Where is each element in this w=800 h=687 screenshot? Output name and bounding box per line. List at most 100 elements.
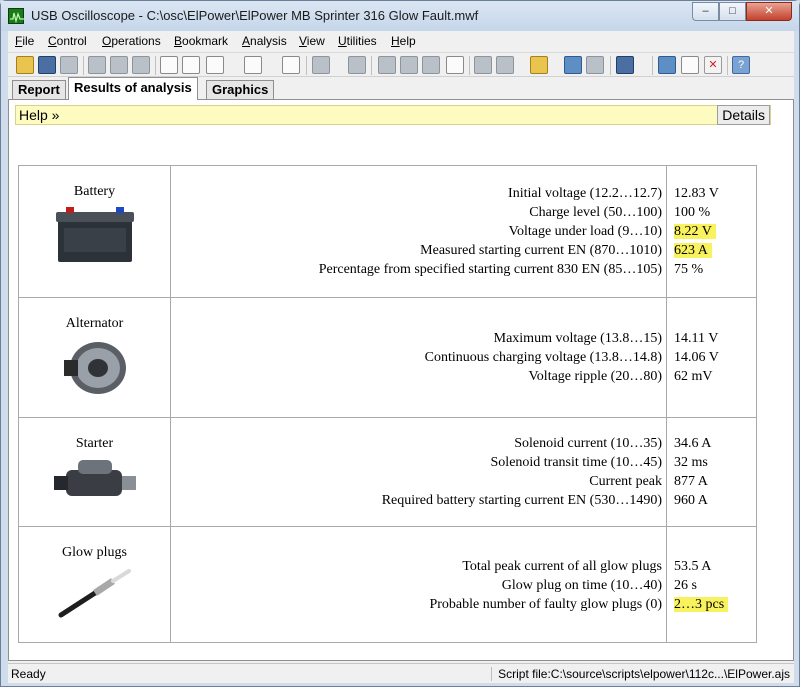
parameter-labels: Initial voltage (12.2…12.7) Charge level…: [170, 165, 667, 298]
starter-image: [53, 460, 136, 496]
param-label: Maximum voltage (13.8…15): [493, 331, 662, 346]
title-bar[interactable]: USB Oscilloscope - C:\osc\ElPower\ElPowe…: [1, 1, 799, 31]
component-cell: Starter: [18, 417, 171, 527]
component-cell: Alternator: [18, 297, 171, 418]
param-value: 53.5 A: [674, 559, 712, 574]
param-label: Required battery starting current EN (53…: [381, 493, 662, 508]
menu-view[interactable]: View: [299, 34, 325, 48]
param-label: Solenoid current (10…35): [514, 436, 662, 451]
param-label: Percentage from specified starting curre…: [318, 262, 662, 277]
check-all-icon[interactable]: [422, 56, 440, 74]
param-value: 100 %: [674, 205, 711, 220]
check-icon[interactable]: [378, 56, 396, 74]
copy-window-icon[interactable]: [88, 56, 106, 74]
param-label: Continuous charging voltage (13.8…14.8): [424, 350, 662, 365]
section-row-alternator: Alternator Maximum voltage (13.8…15) Con…: [18, 297, 757, 418]
delete-icon[interactable]: [348, 56, 366, 74]
run-script-icon[interactable]: [564, 56, 582, 74]
zoom-fit-icon[interactable]: [474, 56, 492, 74]
signal-wave-icon[interactable]: [206, 56, 224, 74]
paste-window-icon[interactable]: [110, 56, 128, 74]
tab-report[interactable]: Report: [12, 80, 66, 100]
param-value: 26 s: [674, 578, 697, 593]
status-text: Ready: [11, 667, 46, 681]
minimize-button[interactable]: –: [692, 2, 719, 21]
details-button[interactable]: Details: [717, 105, 770, 125]
maximize-button[interactable]: □: [719, 2, 746, 21]
measure-icon[interactable]: [182, 56, 200, 74]
menu-control[interactable]: Control: [48, 34, 87, 48]
alternator-image: [63, 342, 126, 394]
help-link[interactable]: Help »: [19, 107, 59, 123]
close-button[interactable]: ✕: [746, 2, 792, 21]
param-value: 62 mV: [674, 369, 713, 384]
param-value: 12.83 V: [674, 186, 719, 201]
param-label: Glow plug on time (10…40): [501, 578, 662, 593]
print-icon[interactable]: [60, 56, 78, 74]
menu-analysis[interactable]: Analysis: [242, 34, 287, 48]
component-name: Battery: [73, 184, 116, 199]
toolbar: ✕ ?: [8, 52, 794, 77]
param-label: Charge level (50…100): [529, 205, 662, 220]
param-value: 14.06 V: [674, 350, 719, 365]
param-value: 960 A: [674, 493, 708, 508]
menu-file[interactable]: File: [15, 34, 34, 48]
component-cell: Glow plugs: [18, 526, 171, 643]
signal-filter-icon[interactable]: [244, 56, 262, 74]
param-value: 14.11 V: [674, 331, 719, 346]
device-dropdown-icon[interactable]: [616, 56, 634, 74]
script-file-status: Script file:C:\source\scripts\elpower\11…: [491, 667, 790, 681]
cursor-marker-icon[interactable]: [160, 56, 178, 74]
help-icon[interactable]: ?: [732, 56, 750, 74]
param-value: 34.6 A: [674, 436, 712, 451]
display-dropdown-icon[interactable]: [312, 56, 330, 74]
parameter-values: 14.11 V 14.06 V 62 mV: [666, 297, 757, 418]
open-script-icon[interactable]: [530, 56, 548, 74]
undo-icon[interactable]: [282, 56, 300, 74]
help-bar: Help » Details: [15, 105, 771, 125]
clear-results-icon[interactable]: ✕: [704, 56, 722, 74]
stop-script-icon[interactable]: [586, 56, 604, 74]
param-value-highlighted: 2…3 pcs: [674, 597, 729, 612]
param-value-highlighted: 623 A: [674, 243, 712, 258]
glow-plug-image: [58, 569, 131, 618]
tab-graphics[interactable]: Graphics: [206, 80, 275, 100]
check-down-icon[interactable]: [400, 56, 418, 74]
status-bar: Ready Script file:C:\source\scripts\elpo…: [8, 663, 794, 683]
zoom-select-icon[interactable]: [496, 56, 514, 74]
parameter-values: 34.6 A 32 ms 877 A 960 A: [666, 417, 757, 527]
oscilloscope-app-icon: [8, 8, 24, 24]
param-label: Voltage ripple (20…80): [528, 369, 663, 384]
component-name: Glow plugs: [62, 545, 127, 560]
app-window: USB Oscilloscope - C:\osc\ElPower\ElPowe…: [0, 0, 800, 687]
report-view-icon[interactable]: [681, 56, 699, 74]
menu-operations[interactable]: Operations: [102, 34, 161, 48]
param-label: Solenoid transit time (10…45): [490, 455, 662, 470]
open-folder-icon[interactable]: [16, 56, 34, 74]
parameter-labels: Maximum voltage (13.8…15) Continuous cha…: [170, 297, 667, 418]
param-label: Initial voltage (12.2…12.7): [508, 186, 662, 201]
results-table: Battery Initial voltage (12.2…12.7) Char…: [18, 165, 757, 643]
param-value-highlighted: 8.22 V: [674, 224, 716, 239]
menu-bookmark[interactable]: Bookmark: [174, 34, 228, 48]
page-icon[interactable]: [446, 56, 464, 74]
save-icon[interactable]: [38, 56, 56, 74]
param-label: Probable number of faulty glow plugs (0): [429, 597, 662, 612]
param-label: Total peak current of all glow plugs: [462, 559, 662, 574]
graph-view-icon[interactable]: [658, 56, 676, 74]
param-value: 877 A: [674, 474, 708, 489]
parameter-values: 12.83 V 100 % 8.22 V 623 A 75 %: [666, 165, 757, 298]
menu-help[interactable]: Help: [391, 34, 416, 48]
stamp-icon[interactable]: [132, 56, 150, 74]
component-cell: Battery: [18, 165, 171, 298]
param-value: 75 %: [674, 262, 704, 277]
parameter-labels: Solenoid current (10…35) Solenoid transi…: [170, 417, 667, 527]
parameter-values: 53.5 A 26 s 2…3 pcs: [666, 526, 757, 643]
results-panel: Help » Details Battery Initial voltage (…: [8, 99, 794, 661]
tab-results-of-analysis[interactable]: Results of analysis: [68, 77, 198, 100]
menu-utilities[interactable]: Utilities: [338, 34, 377, 48]
section-row-battery: Battery Initial voltage (12.2…12.7) Char…: [18, 165, 757, 298]
param-value: 32 ms: [674, 455, 708, 470]
client-area: File Control Operations Bookmark Analysi…: [8, 31, 794, 683]
parameter-labels: Total peak current of all glow plugs Glo…: [170, 526, 667, 643]
